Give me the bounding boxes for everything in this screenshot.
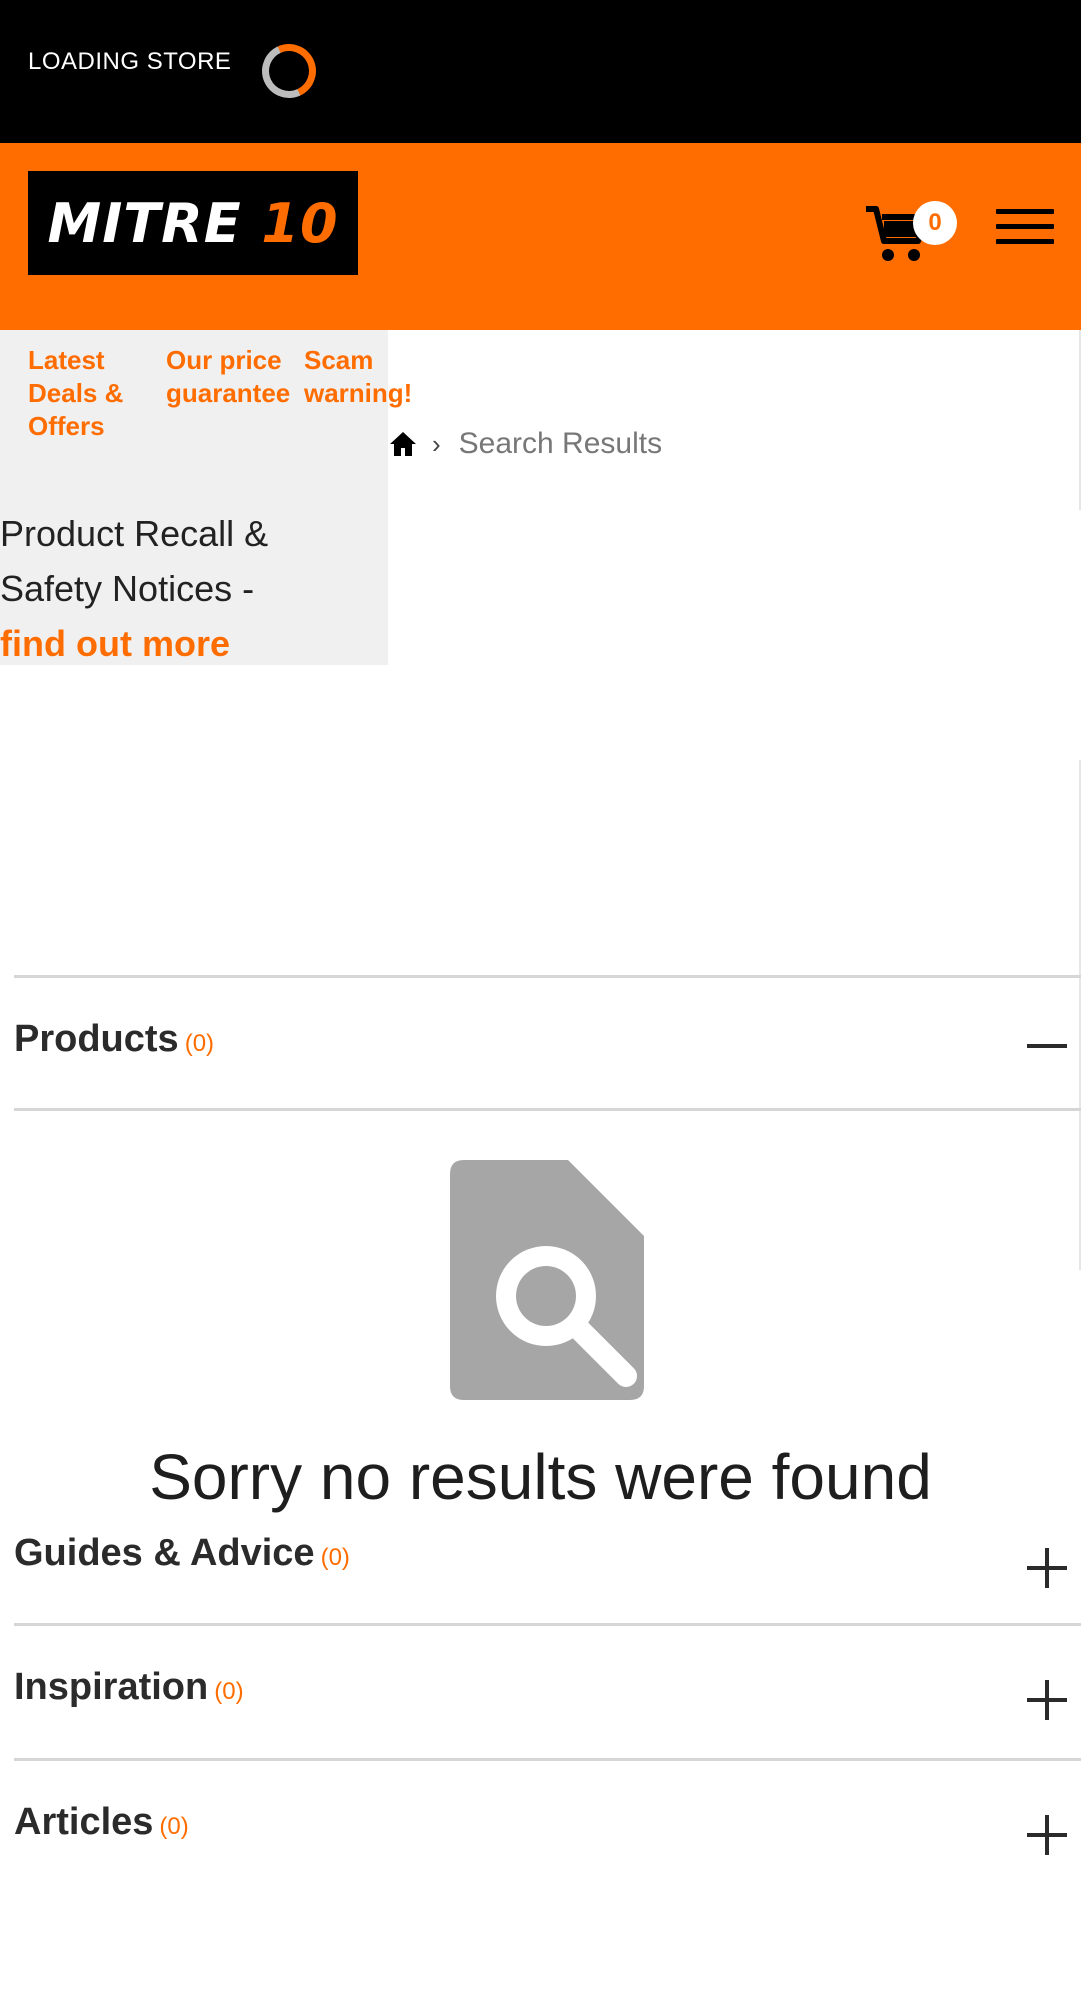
breadcrumb-current: Search Results bbox=[458, 427, 663, 460]
section-guides-header[interactable]: Guides & Advice (0) bbox=[14, 1494, 1081, 1626]
section-title: Products (0) bbox=[14, 1018, 215, 1060]
cart-count-badge: 0 bbox=[913, 201, 957, 245]
mitre10-logo[interactable]: MITRE 10 bbox=[28, 171, 358, 275]
promo-link-deals[interactable]: Latest Deals & Offers bbox=[28, 344, 148, 443]
recall-notice: Product Recall & Safety Notices - find o… bbox=[0, 506, 380, 671]
expand-plus-icon[interactable] bbox=[1027, 1548, 1067, 1588]
store-loading-bar: LOADING STORE bbox=[0, 0, 1081, 143]
section-inspiration-header[interactable]: Inspiration (0) bbox=[14, 1626, 1081, 1758]
logo-text: MITRE 10 bbox=[47, 191, 339, 255]
hamburger-menu-icon[interactable] bbox=[996, 209, 1054, 251]
section-title: Inspiration (0) bbox=[14, 1666, 244, 1708]
promo-link-price-guarantee[interactable]: Our price guarantee bbox=[166, 344, 296, 410]
promo-panel: Latest Deals & Offers Our price guarante… bbox=[0, 330, 412, 665]
loading-spinner-icon bbox=[254, 36, 324, 106]
expand-plus-icon[interactable] bbox=[1027, 1815, 1067, 1855]
breadcrumb-separator: › bbox=[432, 428, 441, 459]
loading-store-label: LOADING STORE bbox=[28, 48, 232, 75]
recall-find-out-more-link[interactable]: find out more bbox=[0, 623, 230, 664]
recall-text: Product Recall & Safety Notices - bbox=[0, 513, 269, 609]
divider bbox=[14, 1108, 1081, 1111]
breadcrumb: › Search Results bbox=[388, 422, 662, 466]
promo-link-scam-warning[interactable]: Scam warning! bbox=[304, 344, 434, 410]
site-header: MITRE 10 0 bbox=[0, 143, 1081, 330]
section-products-header[interactable]: Products (0) bbox=[14, 978, 1081, 1110]
document-search-icon bbox=[450, 1160, 644, 1400]
section-title: Articles (0) bbox=[14, 1801, 189, 1843]
collapse-minus-icon[interactable] bbox=[1027, 1026, 1067, 1066]
section-articles-header[interactable]: Articles (0) bbox=[14, 1761, 1081, 1893]
section-title: Guides & Advice (0) bbox=[14, 1532, 350, 1574]
home-icon[interactable] bbox=[388, 430, 418, 458]
expand-plus-icon[interactable] bbox=[1027, 1680, 1067, 1720]
